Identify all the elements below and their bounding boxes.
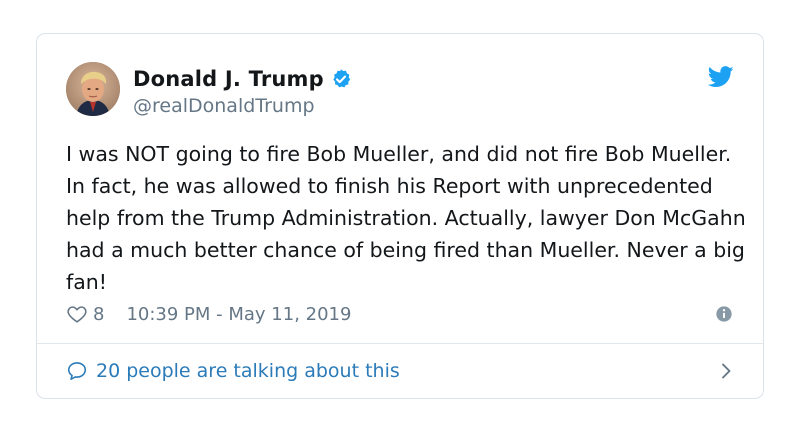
author-avatar[interactable] <box>66 62 120 116</box>
verified-badge-icon <box>333 69 351 88</box>
author-name-row: Donald J. Trump <box>133 64 352 94</box>
like-count[interactable]: 8 <box>93 304 104 325</box>
info-icon[interactable] <box>715 305 733 323</box>
twitter-bird-icon[interactable] <box>708 66 734 88</box>
conversation-text[interactable]: 20 people are talking about this <box>96 360 400 382</box>
tweet-header: Donald J. Trump @realDonaldTrump <box>66 62 734 118</box>
author-handle[interactable]: @realDonaldTrump <box>133 94 352 118</box>
avatar-portrait-icon <box>66 62 120 116</box>
chevron-right-icon[interactable] <box>719 362 733 380</box>
tweet-meta: 8 10:39 PM - May 11, 2019 <box>66 300 733 328</box>
author-name[interactable]: Donald J. Trump <box>133 67 324 91</box>
tweet-card[interactable]: Donald J. Trump @realDonaldTrump I was N… <box>36 33 764 399</box>
tweet-text: I was NOT going to fire Bob Mueller, and… <box>66 142 746 294</box>
heart-icon[interactable] <box>66 303 88 325</box>
author-block: Donald J. Trump @realDonaldTrump <box>133 64 352 118</box>
conversation-link[interactable]: 20 people are talking about this <box>66 356 733 386</box>
tweet-timestamp[interactable]: 10:39 PM - May 11, 2019 <box>126 304 351 325</box>
speech-bubble-icon <box>67 362 87 381</box>
card-divider <box>37 343 763 344</box>
